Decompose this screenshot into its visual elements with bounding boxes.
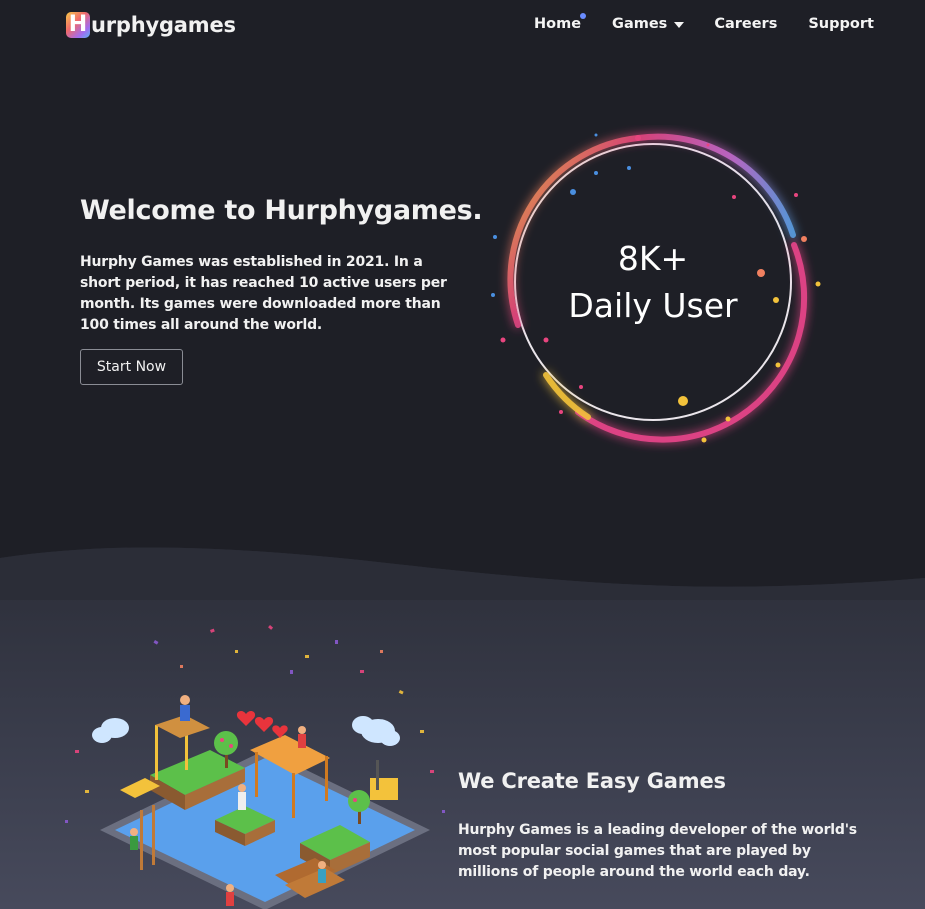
about-title: We Create Easy Games <box>458 769 726 793</box>
heart-icon <box>236 711 288 738</box>
nav-link-careers[interactable]: Careers <box>714 16 777 32</box>
nav-link-home-label: Home <box>534 16 582 32</box>
site-logo[interactable]: H urphygames <box>66 11 236 39</box>
hero-description: Hurphy Games was established in 2021. In… <box>80 254 447 333</box>
isometric-game-illustration <box>65 625 445 909</box>
caret-down-icon <box>674 22 685 28</box>
top-navigation: H urphygames Home Games Careers Support <box>0 0 925 52</box>
nav-links: Home Games Careers Support <box>534 13 874 32</box>
logo-wordmark: urphygames <box>91 13 236 37</box>
about-description: Hurphy Games is a leading developer of t… <box>458 822 857 880</box>
stat-value: 8K+ <box>617 239 689 278</box>
nav-link-support[interactable]: Support <box>808 16 874 32</box>
nav-link-games[interactable]: Games <box>612 16 685 32</box>
section-wave-divider <box>0 530 925 600</box>
hero-title: Welcome to Hurphygames. <box>80 195 483 226</box>
nav-link-games-label: Games <box>612 16 668 32</box>
start-now-button[interactable]: Start Now <box>80 349 183 385</box>
logo-initial-badge: H <box>66 12 90 38</box>
active-indicator-dot <box>580 13 587 19</box>
stat-label: Daily User <box>568 286 738 325</box>
daily-user-ring: 8K+ Daily User <box>488 125 828 455</box>
nav-link-home[interactable]: Home <box>534 13 587 32</box>
page: H urphygames Home Games Careers Support … <box>0 0 925 909</box>
